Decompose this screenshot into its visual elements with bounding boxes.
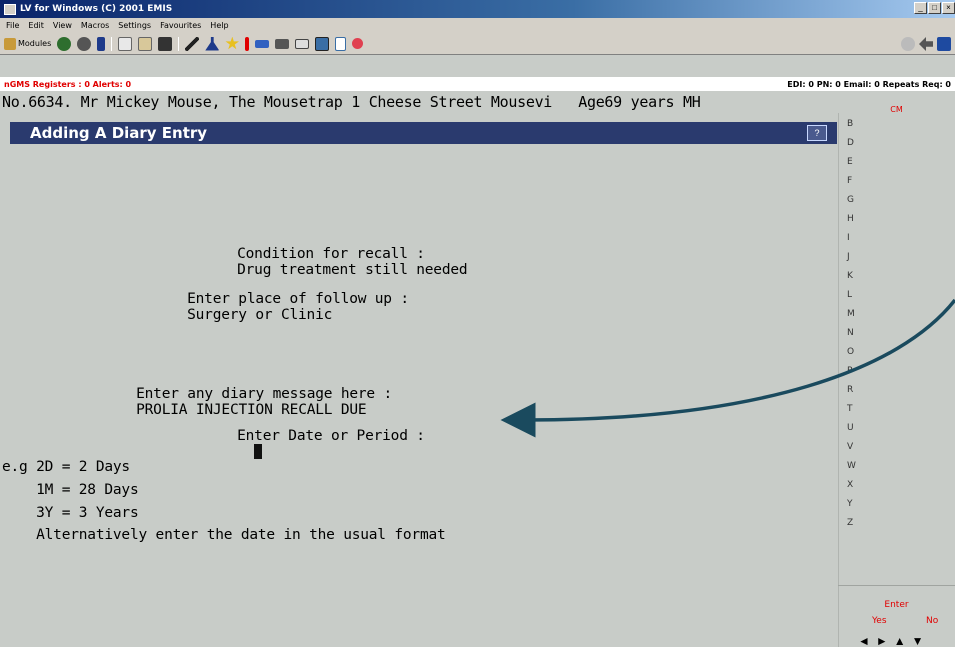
patient-banner: No.6634. Mr Mickey Mouse, The Mousetrap … [0,91,838,113]
maximize-button[interactable]: □ [928,2,941,14]
window-controls: _ □ × [914,2,955,14]
title-bar: LV for Windows (C) 2001 EMIS _ □ × [0,0,955,18]
no-key-hint[interactable]: No [926,616,938,626]
sidebar-letter[interactable]: I [847,233,850,243]
card-icon[interactable] [255,39,270,48]
entry-header: Adding A Diary Entry ? [10,122,837,144]
sidebar-letter[interactable]: U [847,423,854,433]
monitor-icon[interactable] [315,36,330,51]
place-row: Enter place of follow up : Surgery or Cl… [153,275,409,339]
menu-macros[interactable]: Macros [81,21,109,30]
close-button[interactable]: × [942,2,955,14]
alert-icon[interactable] [245,36,250,51]
star-icon[interactable] [225,36,239,50]
sidebar-letter[interactable]: B [847,119,853,129]
menu-favourites[interactable]: Favourites [160,21,201,30]
sidebar-letter[interactable]: R [847,385,853,395]
alphabet-sidebar: B D E F G H I J K L M N O P R T U V W X … [838,113,955,647]
settings-icon[interactable] [77,36,92,51]
place-label: Enter place of follow up : [187,291,409,307]
date-input[interactable] [237,444,263,461]
toolbar-separator [111,36,113,51]
help-line: 1M = 28 Days [2,482,139,498]
save-icon[interactable] [937,37,951,51]
registers-alerts-status[interactable]: nGMS Registers : 0 Alerts: 0 [4,80,131,89]
menu-help[interactable]: Help [210,21,228,30]
sidebar-letter[interactable]: X [847,480,853,490]
heart-icon[interactable] [352,38,364,49]
toolbar-separator [178,36,180,51]
date-row: Enter Date or Period : [203,412,425,477]
pen-icon[interactable] [185,36,200,51]
status-line: nGMS Registers : 0 Alerts: 0 EDI: 0 PN: … [0,77,955,91]
arrow-keys-icon: ◄►▲▼ [858,634,930,647]
help-line: e.g 2D = 2 Days [2,459,130,475]
modules-button[interactable]: Modules [4,37,52,50]
sidebar-letter[interactable]: W [847,461,856,471]
sidebar-letter[interactable]: O [847,347,854,357]
window-title: LV for Windows (C) 2001 EMIS [20,4,173,14]
flask-icon[interactable] [205,36,220,51]
condition-label: Condition for recall : [237,246,425,262]
patient-icon[interactable] [57,36,72,51]
sidebar-letter[interactable]: P [847,366,852,376]
menu-view[interactable]: View [53,21,72,30]
diary-form: Condition for recall : Drug treatment st… [0,144,838,647]
menu-edit[interactable]: Edit [28,21,44,30]
menu-settings[interactable]: Settings [118,21,151,30]
sidebar-letter[interactable]: T [847,404,853,414]
sidebar-letter[interactable]: G [847,195,854,205]
sidebar-letter[interactable]: D [847,138,854,148]
page-title: Adding A Diary Entry [30,124,208,142]
enter-key-hint[interactable]: Enter [838,600,955,610]
sidebar-letter[interactable]: N [847,328,854,338]
help-line: 3Y = 3 Years [2,505,139,521]
modules-label: Modules [18,39,52,48]
date-label: Enter Date or Period : [237,428,425,444]
toolbar: Modules [0,33,955,55]
sidebar-letter[interactable]: L [847,290,852,300]
toolbar-right [901,37,951,51]
minimize-button[interactable]: _ [914,2,927,14]
folder-icon[interactable] [158,36,173,51]
help-icon[interactable]: ? [807,125,827,141]
book-icon[interactable] [97,36,106,51]
help-icon[interactable] [901,37,915,51]
sidebar-letter[interactable]: V [847,442,853,452]
sidebar-letter[interactable]: M [847,309,855,319]
sidebar-letter[interactable]: Y [847,499,853,509]
menu-bar: File Edit View Macros Settings Favourite… [0,18,955,33]
modules-icon [4,37,16,50]
key-hint-box: Enter Yes No ◄►▲▼ [838,585,955,647]
yes-key-hint[interactable]: Yes [872,616,887,626]
doc-icon[interactable] [335,36,347,51]
messages-status[interactable]: EDI: 0 PN: 0 Email: 0 Repeats Req: 0 [787,80,951,89]
sidebar-letter[interactable]: H [847,214,854,224]
menu-file[interactable]: File [6,21,19,30]
sidebar-letter[interactable]: F [847,176,852,186]
paste-icon[interactable] [138,36,153,51]
help-line: Alternatively enter the date in the usua… [2,527,446,543]
list-icon[interactable] [275,38,290,49]
place-value[interactable]: Surgery or Clinic [187,307,332,323]
sidebar-letter[interactable]: Z [847,518,853,528]
sidebar-letter[interactable]: E [847,157,853,167]
copy-icon[interactable] [118,36,133,51]
sidebar-letter[interactable]: K [847,271,853,281]
app-icon [4,3,16,15]
sidebar-letter[interactable]: J [847,252,850,262]
message-label: Enter any diary message here : [136,386,393,402]
mail-icon[interactable] [295,38,310,49]
back-icon[interactable] [919,37,933,51]
text-cursor [254,444,263,459]
